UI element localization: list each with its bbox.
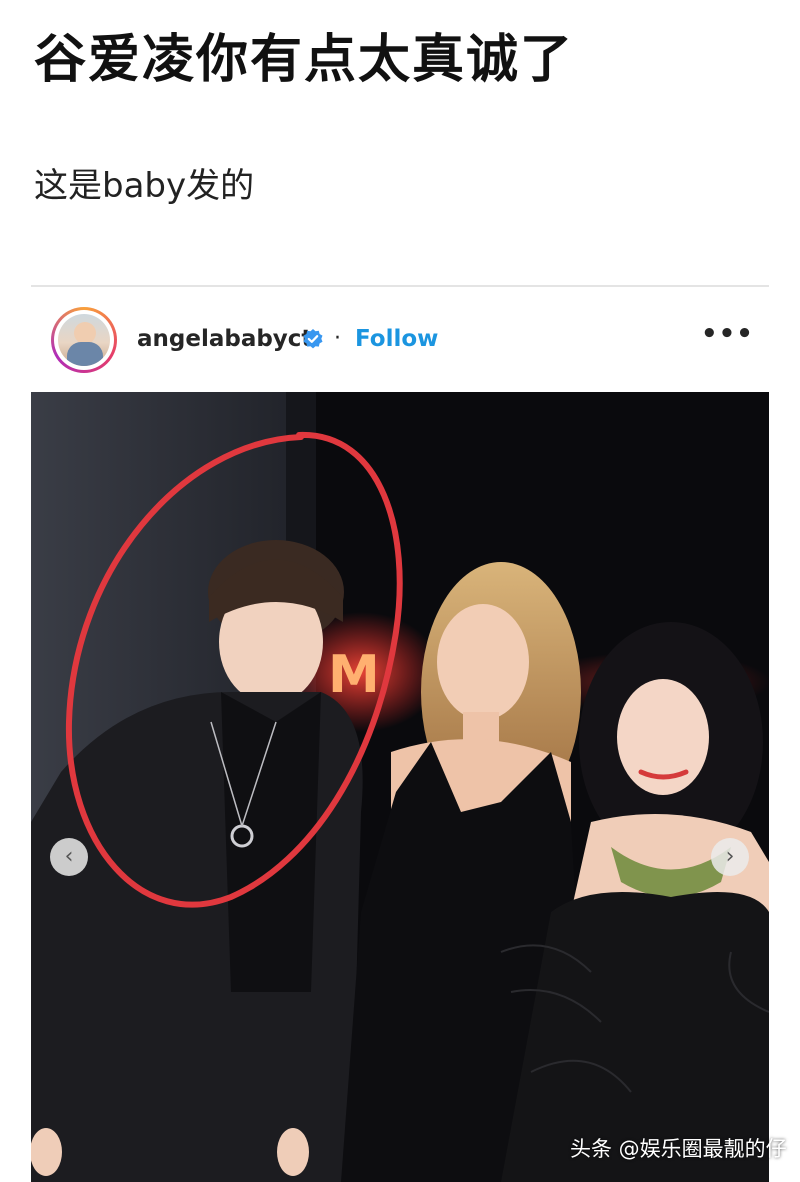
more-options-icon[interactable]: ••• (701, 321, 753, 355)
post-header: angelababyct · Follow ••• (31, 287, 769, 392)
post-username[interactable]: angelababyct (137, 323, 312, 355)
article-headline: 谷爱凌你有点太真诚了 (34, 30, 575, 90)
avatar-photo (58, 314, 110, 366)
verified-badge-icon (303, 329, 323, 349)
instagram-post-embed: angelababyct · Follow ••• M ‹ › (31, 285, 769, 1182)
photo-illustration: M (31, 392, 769, 1182)
chevron-right-icon[interactable]: › (711, 838, 749, 876)
chevron-left-icon[interactable]: ‹ (50, 838, 88, 876)
header-separator: · (334, 326, 341, 351)
post-photo: M ‹ › (31, 392, 769, 1182)
svg-text:M: M (328, 645, 380, 705)
profile-avatar[interactable] (51, 307, 117, 373)
article-subline: 这是baby发的 (34, 166, 255, 206)
watermark-text: 头条 @娱乐圈最靓的仔 (570, 1137, 787, 1161)
follow-button[interactable]: Follow (355, 323, 438, 355)
